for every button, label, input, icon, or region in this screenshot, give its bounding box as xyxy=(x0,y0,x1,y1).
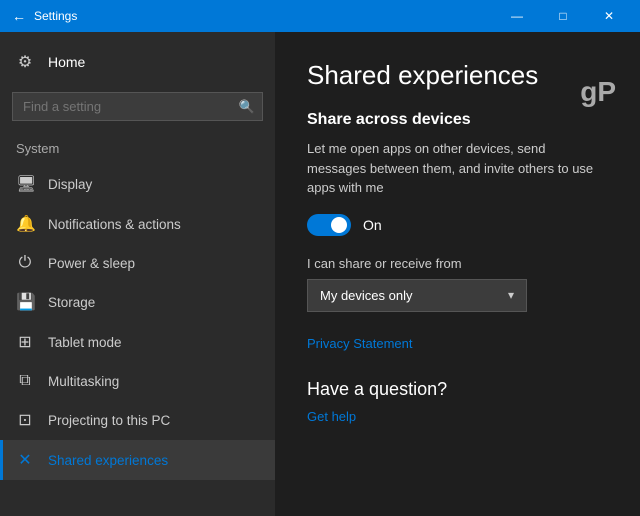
projecting-label: Projecting to this PC xyxy=(48,413,170,428)
home-icon: ⚙ xyxy=(16,52,34,72)
sidebar-item-projecting[interactable]: ⊡ Projecting to this PC xyxy=(0,400,275,440)
content-area: gP Shared experiences Share across devic… xyxy=(275,32,640,516)
sidebar-item-multitasking[interactable]: ⧉ Multitasking xyxy=(0,362,275,400)
sidebar-item-power[interactable]: ⏻ Power & sleep xyxy=(0,244,275,282)
description-text: Let me open apps on other devices, send … xyxy=(307,139,608,198)
system-section-label: System xyxy=(0,137,275,164)
sidebar-item-tablet[interactable]: ⊞ Tablet mode xyxy=(0,322,275,362)
notifications-label: Notifications & actions xyxy=(48,217,181,232)
shared-icon: ✕ xyxy=(16,450,34,470)
tablet-icon: ⊞ xyxy=(16,332,34,352)
close-button[interactable]: ✕ xyxy=(586,0,632,32)
display-icon: 🖥 xyxy=(16,174,34,194)
display-label: Display xyxy=(48,177,92,192)
search-input[interactable] xyxy=(12,92,263,121)
dropdown-arrow-icon: ▾ xyxy=(508,288,514,302)
share-section-title: Share across devices xyxy=(307,111,608,129)
home-label: Home xyxy=(48,54,85,70)
share-toggle[interactable] xyxy=(307,214,351,236)
window-title: Settings xyxy=(34,9,77,23)
sidebar-item-shared[interactable]: ✕ Shared experiences xyxy=(0,440,275,480)
multitasking-label: Multitasking xyxy=(48,374,119,389)
storage-label: Storage xyxy=(48,295,95,310)
privacy-statement-link[interactable]: Privacy Statement xyxy=(307,336,608,351)
page-title: Shared experiences xyxy=(307,60,608,91)
share-from-label: I can share or receive from xyxy=(307,256,608,271)
sidebar-item-home[interactable]: ⚙ Home xyxy=(0,40,275,84)
sidebar-item-display[interactable]: 🖥 Display xyxy=(0,164,275,204)
multitasking-icon: ⧉ xyxy=(16,372,34,390)
projecting-icon: ⊡ xyxy=(16,410,34,430)
sidebar-item-storage[interactable]: 💾 Storage xyxy=(0,282,275,322)
window-controls: — □ ✕ xyxy=(494,0,632,32)
power-icon: ⏻ xyxy=(16,254,34,272)
titlebar: ← Settings — □ ✕ xyxy=(0,0,640,32)
maximize-button[interactable]: □ xyxy=(540,0,586,32)
devices-dropdown[interactable]: My devices only ▾ xyxy=(307,279,527,312)
titlebar-left: ← Settings xyxy=(12,8,77,24)
power-label: Power & sleep xyxy=(48,256,135,271)
sidebar-item-notifications[interactable]: 🔔 Notifications & actions xyxy=(0,204,275,244)
gp-logo: gP xyxy=(580,76,616,108)
sidebar: ⚙ Home 🔍 System 🖥 Display 🔔 Notification… xyxy=(0,32,275,516)
minimize-button[interactable]: — xyxy=(494,0,540,32)
get-help-link[interactable]: Get help xyxy=(307,409,356,424)
search-box: 🔍 xyxy=(12,92,263,121)
app-container: ⚙ Home 🔍 System 🖥 Display 🔔 Notification… xyxy=(0,32,640,516)
search-icon: 🔍 xyxy=(239,99,255,115)
toggle-thumb xyxy=(331,217,347,233)
back-button[interactable]: ← xyxy=(12,8,26,24)
shared-label: Shared experiences xyxy=(48,453,168,468)
tablet-label: Tablet mode xyxy=(48,335,122,350)
question-title: Have a question? xyxy=(307,379,608,400)
storage-icon: 💾 xyxy=(16,292,34,312)
dropdown-value: My devices only xyxy=(320,288,412,303)
toggle-row: On xyxy=(307,214,608,236)
toggle-label: On xyxy=(363,217,382,233)
notifications-icon: 🔔 xyxy=(16,214,34,234)
